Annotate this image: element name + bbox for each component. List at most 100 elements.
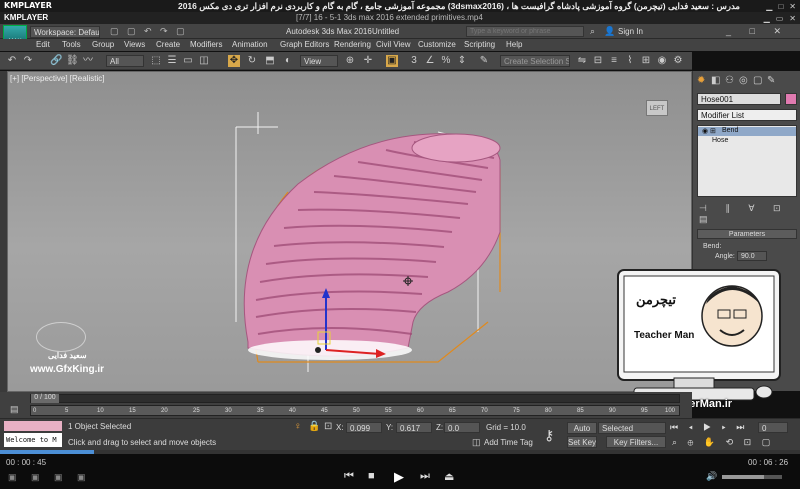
keyboard-shortcut-icon[interactable]: ▣ [386,55,398,67]
playback-controls[interactable]: ⏮ ◂ ▶ ▸ ⏭ [670,422,748,433]
search-icon[interactable]: ⌕ [590,26,595,37]
selection-filter-dropdown[interactable]: All [106,55,144,67]
curve-editor-icon[interactable]: ⌇ [624,55,636,67]
stack-item-bend[interactable]: Bend [722,127,738,134]
key-mode-dropdown[interactable]: Selected [598,422,666,434]
rotate-icon[interactable]: ↻ [246,55,258,67]
track-bar[interactable]: 0 5 10 15 20 25 30 35 40 45 50 55 60 65 … [30,405,680,416]
menu-customize[interactable]: Customize [418,40,456,49]
edit-named-selection-icon[interactable]: ✎ [478,55,490,67]
add-time-tag-icon[interactable]: ◫ [472,437,481,448]
menu-graph-editors[interactable]: Graph Editors [280,40,329,49]
menu-tools[interactable]: Tools [62,40,81,49]
menu-rendering[interactable]: Rendering [334,40,371,49]
volume-slider[interactable] [722,475,782,479]
maxscript-mini-listener[interactable] [4,421,62,431]
search-input[interactable] [466,26,584,37]
key-filters-button[interactable]: Key Filters... [606,436,666,448]
hose-object[interactable] [243,133,501,360]
eject-icon[interactable]: ⏏ [444,470,454,483]
quick-access-icons[interactable]: ▢ ▢ ↶ ↷ ▢ [110,26,188,37]
player-left-icons[interactable]: ▣ ▣ ▣ ▣ [8,472,92,483]
timeline: 0 / 100 ▤ 0 5 10 15 20 25 30 35 40 45 50… [0,392,692,418]
stop-icon[interactable]: ■ [368,470,375,482]
rectangular-selection-icon[interactable]: ▭ [182,55,194,67]
menu-animation[interactable]: Animation [232,40,268,49]
angle-snap-icon[interactable]: ∠ [424,55,436,67]
time-slider[interactable]: 0 / 100 [31,394,59,403]
menu-scripting[interactable]: Scripting [464,40,495,49]
perspective-viewport[interactable]: [+] [Perspective] [Realistic] LEFT سعید … [7,71,692,392]
stack-tool-icons[interactable]: ⊣ ∥ ∀ ⊡ ▤ [699,203,800,225]
seek-bar[interactable] [0,450,800,454]
menu-civil-view[interactable]: Civil View [376,40,411,49]
isolate-icon[interactable]: ♀ [294,421,302,432]
window-crossing-icon[interactable]: ◫ [198,55,210,67]
volume-icon[interactable]: 🔊 [706,471,717,482]
move-icon[interactable]: ✥ [228,55,240,67]
menu-edit[interactable]: Edit [36,40,50,49]
menu-group[interactable]: Group [92,40,114,49]
render-setup-icon[interactable]: ⚙ [672,55,684,67]
display-tab-icon[interactable]: ▢ [753,75,762,86]
link-icon[interactable]: 🔗 [50,55,62,67]
viewport-nav-controls[interactable]: ⌕ ⊕ ✋ ⟲ ⊡ ▢ [672,437,774,448]
menu-modifiers[interactable]: Modifiers [190,40,222,49]
set-key-button[interactable]: Set Key [567,436,597,448]
pivot-icon[interactable]: ⊕ [344,55,356,67]
menu-help[interactable]: Help [506,40,522,49]
align-icon[interactable]: ⊟ [592,55,604,67]
menu-create[interactable]: Create [156,40,180,49]
material-editor-icon[interactable]: ◉ [656,55,668,67]
spinner-snap-icon[interactable]: ⇕ [456,55,468,67]
auto-key-button[interactable]: Auto Key [567,422,597,444]
stack-item-hose[interactable]: Hose [712,137,728,144]
unlink-icon[interactable]: ⛓ [66,55,79,67]
stack-toggle-icon[interactable]: ◉ ⊞ [702,127,716,135]
undo-icon[interactable]: ↶ [6,55,18,67]
hierarchy-tab-icon[interactable]: ⚇ [725,75,734,86]
lock-selection-icon[interactable]: 🔒 [308,421,320,432]
snaps-toggle-icon[interactable]: 3 [408,55,420,67]
select-object-icon[interactable]: ⬚ [150,55,162,67]
menu-views[interactable]: Views [124,40,145,49]
create-tab-icon[interactable]: ✹ [697,75,705,86]
maxscript-listener[interactable]: Welcome to M [4,433,62,447]
account-icon[interactable]: 👤 [604,26,615,37]
layer-icon[interactable]: ≡ [608,55,620,67]
sign-in-link[interactable]: Sign In [618,27,643,36]
current-frame-field[interactable]: 0 [758,422,788,433]
select-manipulate-icon[interactable]: ✛ [362,55,374,67]
object-color-swatch[interactable] [785,93,797,105]
object-name-field[interactable]: Hose001 [697,93,781,105]
absolute-mode-icon[interactable]: ⊡ [324,421,332,432]
named-selection-sets-dropdown[interactable]: Create Selection Se [500,55,570,67]
add-time-tag[interactable]: Add Time Tag [484,438,533,447]
reference-coordinate-dropdown[interactable]: View [300,55,338,67]
app-window-controls[interactable]: _ □ ✕ [726,26,789,37]
modify-tab-icon[interactable]: ◧ [711,75,720,86]
mirror-icon[interactable]: ⇋ [576,55,588,67]
y-coordinate-field[interactable]: 0.617 [396,422,432,433]
utilities-tab-icon[interactable]: ✎ [767,75,775,86]
select-by-name-icon[interactable]: ☰ [166,55,178,67]
motion-tab-icon[interactable]: ◎ [739,75,748,86]
scale-icon[interactable]: ⬒ [264,55,276,67]
place-icon[interactable]: ◐ [282,55,294,67]
set-key-icon[interactable]: ⚷ [544,427,554,444]
redo-icon[interactable]: ↷ [22,55,34,67]
bind-spacewarp-icon[interactable]: 〰 [82,55,94,67]
modifier-list-dropdown[interactable]: Modifier List [697,109,797,121]
z-coordinate-field[interactable]: 0.0 [444,422,480,433]
play-icon[interactable]: ▶ [394,469,404,485]
time-slider-track[interactable]: 0 / 100 [30,394,680,403]
next-icon[interactable]: ⏭ [420,470,430,483]
parameters-rollout[interactable]: Parameters [697,229,797,239]
x-coordinate-field[interactable]: 0.099 [346,422,382,433]
schematic-view-icon[interactable]: ⊞ [640,55,652,67]
angle-spinner[interactable]: 90.0 [737,251,767,261]
mini-curve-editor-icon[interactable]: ▤ [10,404,19,415]
percent-snap-icon[interactable]: % [440,55,452,67]
previous-icon[interactable]: ⏮ [344,470,354,483]
workspace-dropdown[interactable]: Workspace: Default [30,26,100,38]
